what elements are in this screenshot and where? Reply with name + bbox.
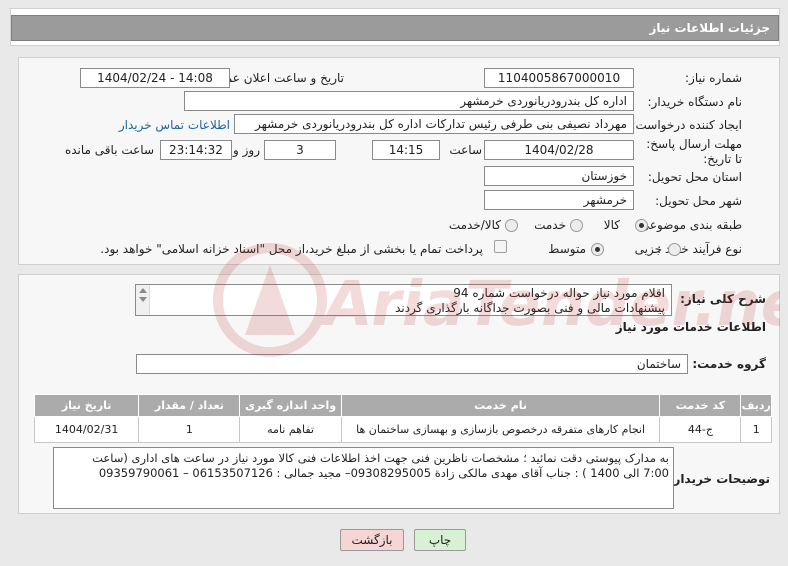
buyer-label: نام دستگاه خریدار: (647, 95, 743, 109)
services-section-title: اطلاعات خدمات مورد نیاز (615, 320, 766, 334)
remaining-label: ساعت باقی مانده (64, 143, 154, 157)
col-service-name: نام خدمت (340, 394, 661, 417)
col-service-code: کد خدمت (659, 394, 742, 417)
back-button[interactable]: بازگشت (340, 529, 404, 551)
buyer-notes-line-1: به مدارک پیوستی دقت نمائید ؛ مشخصات ناظر… (92, 451, 669, 465)
need-number-label: شماره نیاز: (685, 71, 742, 85)
buyer-notes-line-2: 7:00 الی 1400 ) : جناب آقای مهدی مالکی ز… (98, 466, 669, 480)
announce-field: 1404/02/24 - 14:08 (80, 68, 230, 88)
treasury-payment-text: پرداخت تمام یا بخشی از مبلغ خرید،از محل … (100, 242, 483, 256)
cell-quantity: 1 (138, 416, 241, 443)
cell-need-date: 1404/02/31 (33, 416, 140, 443)
summary-textarea[interactable]: اقلام مورد نیاز حواله درخواست شماره 94 پ… (135, 284, 672, 316)
services-table-header: ردیف کد خدمت نام خدمت واحد اندازه گیری ت… (33, 394, 772, 417)
creator-label: ایجاد کننده درخواست: (631, 118, 742, 132)
category-radio-goods[interactable] (635, 219, 648, 232)
category-option-goods: کالا (603, 218, 620, 232)
print-button[interactable]: چاپ (414, 529, 466, 551)
days-label: روز و (233, 143, 260, 157)
cell-service-name: انجام کارهای متفرقه درخصوص بازسازی و بهس… (340, 416, 661, 443)
province-field: خوزستان (484, 166, 634, 186)
summary-scrollbar[interactable] (136, 285, 150, 315)
days-field: 3 (264, 140, 336, 160)
service-group-label: گروه خدمت: (692, 357, 766, 371)
process-radio-minor[interactable] (668, 243, 681, 256)
process-radio-medium[interactable] (591, 243, 604, 256)
city-field: خرمشهر (484, 190, 634, 210)
cell-row-number: 1 (740, 416, 772, 443)
category-label: طبقه بندی موضوعی: (635, 218, 742, 232)
category-option-service: خدمت (534, 218, 566, 232)
deadline-date-field: 1404/02/28 (484, 140, 634, 160)
table-row: 1 ج-44 انجام کارهای متفرقه درخصوص بازساز… (33, 416, 772, 443)
deadline-label: مهلت ارسال پاسخ: تا تاریخ: (646, 137, 742, 166)
city-label: شهر محل تحویل: (655, 194, 742, 208)
buyer-notes-label: توضیحات خریدار: (668, 472, 770, 486)
deadline-time-field: 14:15 (372, 140, 440, 160)
process-option-minor: جزیی (634, 242, 662, 256)
category-radio-goods-service[interactable] (505, 219, 518, 232)
col-unit: واحد اندازه گیری (239, 394, 342, 417)
category-option-goods-service: کالا/خدمت (448, 218, 501, 232)
col-need-date: تاریخ نیاز (33, 394, 140, 417)
summary-label: شرح کلی نیاز: (680, 292, 766, 306)
cell-unit: تفاهم نامه (239, 416, 342, 443)
buyer-notes-textarea[interactable]: به مدارک پیوستی دقت نمائید ؛ مشخصات ناظر… (53, 447, 674, 509)
scroll-down-icon[interactable] (139, 297, 147, 302)
cell-service-code: ج-44 (659, 416, 742, 443)
deadline-time-label: ساعت (449, 143, 482, 157)
treasury-payment-checkbox[interactable] (494, 240, 507, 253)
buyer-contact-link[interactable]: اطلاعات تماس خریدار (119, 118, 230, 132)
page-header: جزئیات اطلاعات نیاز (10, 8, 780, 46)
service-group-field: ساختمان (136, 354, 688, 374)
services-table: ردیف کد خدمت نام خدمت واحد اندازه گیری ت… (33, 394, 772, 443)
province-label: استان محل تحویل: (647, 170, 742, 184)
category-radio-service[interactable] (570, 219, 583, 232)
summary-line-2: پیشنهادات مالی و فنی بصورت جداگانه بارگذ… (395, 301, 665, 315)
buyer-field: اداره کل بندرودریانوردی خرمشهر (184, 91, 634, 111)
page-title: جزئیات اطلاعات نیاز (11, 15, 779, 41)
col-quantity: تعداد / مقدار (138, 394, 241, 417)
remaining-time-field: 23:14:32 (160, 140, 232, 160)
process-option-medium: متوسط (548, 242, 586, 256)
scroll-up-icon[interactable] (139, 288, 147, 293)
summary-line-1: اقلام مورد نیاز حواله درخواست شماره 94 (453, 286, 665, 300)
need-number-field: 1104005867000010 (484, 68, 634, 88)
creator-field: مهرداد نصیفی بنی طرفی رئیس تدارکات اداره… (234, 114, 634, 134)
col-row-number: ردیف (740, 394, 772, 417)
